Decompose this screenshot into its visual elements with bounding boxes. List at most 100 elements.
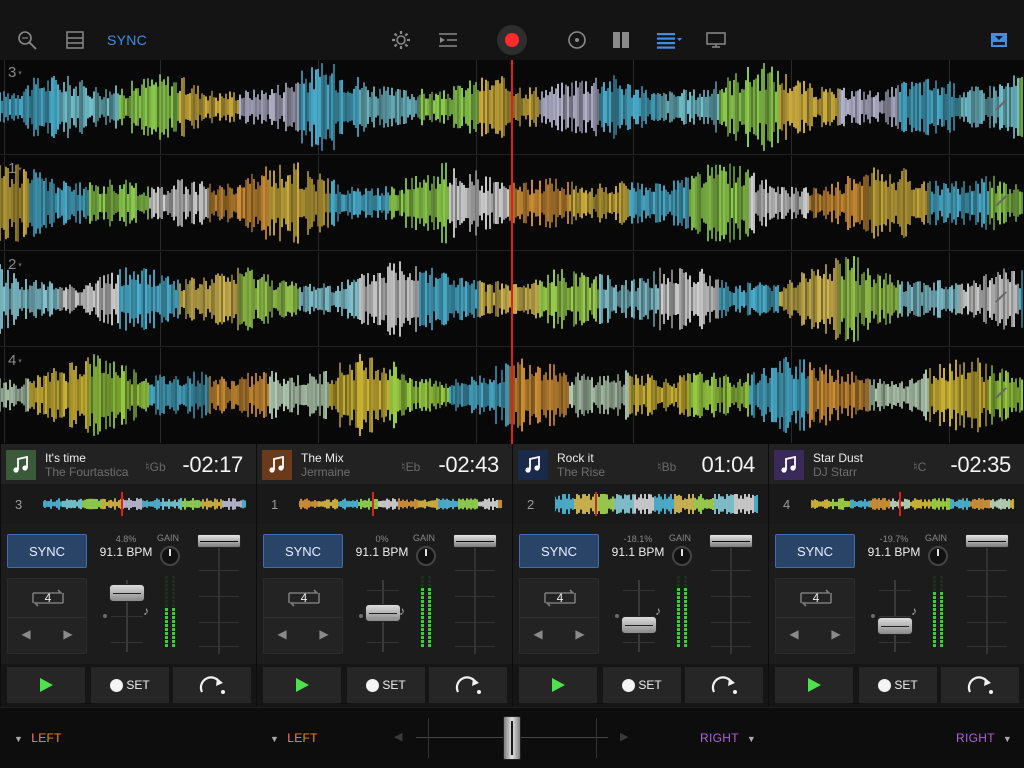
lane-deck-number[interactable]: 1: [8, 160, 22, 177]
fader-handle[interactable]: [453, 534, 497, 548]
meter-segment: [428, 580, 431, 583]
time-remaining[interactable]: -02:17: [182, 452, 243, 478]
pitch-handle[interactable]: [877, 616, 913, 635]
bpm-display[interactable]: 91.1 BPM: [611, 545, 665, 559]
gain-knob[interactable]: [672, 546, 692, 566]
crossfader[interactable]: [416, 716, 608, 760]
time-remaining[interactable]: 01:04: [701, 452, 755, 478]
key-lock-icon[interactable]: ♪: [143, 604, 149, 618]
loop-double-button[interactable]: ▶: [826, 627, 846, 641]
sync-button[interactable]: SYNC: [7, 534, 87, 568]
lane-deck-number[interactable]: 2: [8, 256, 22, 273]
layout-icon[interactable]: [62, 24, 88, 56]
deck-header[interactable]: Rock it The Rise ♮Bb 01:04: [513, 444, 769, 484]
columns-icon[interactable]: [608, 24, 634, 56]
bpm-display[interactable]: 91.1 BPM: [355, 545, 409, 559]
time-remaining[interactable]: -02:43: [438, 452, 499, 478]
deck-header[interactable]: Star Dust DJ Starr ♮C -02:35: [769, 444, 1024, 484]
key-lock-icon[interactable]: ♪: [655, 604, 661, 618]
deck-4-assign[interactable]: RIGHT ▼: [956, 731, 1020, 745]
sync-button[interactable]: SYNC: [775, 534, 855, 568]
loop-size[interactable]: 4: [550, 591, 570, 605]
bpm-display[interactable]: 91.1 BPM: [99, 545, 153, 559]
fader-handle[interactable]: [965, 534, 1009, 548]
loop-size[interactable]: 4: [38, 591, 58, 605]
pencil-icon[interactable]: [994, 386, 1008, 400]
gain-knob[interactable]: [416, 546, 436, 566]
fader-handle[interactable]: [709, 534, 753, 548]
cue-return-button[interactable]: [173, 667, 251, 703]
meter-segment: [940, 592, 943, 595]
play-button[interactable]: [7, 667, 85, 703]
sync-button[interactable]: SYNC: [263, 534, 343, 568]
pitch-handle[interactable]: [365, 604, 401, 623]
sync-button[interactable]: SYNC: [519, 534, 599, 568]
sync-all-button[interactable]: SYNC: [104, 26, 150, 54]
deck-header[interactable]: It's time The Fourtastica ♮Gb -02:17: [1, 444, 257, 484]
search-zoom-icon[interactable]: [14, 24, 40, 56]
album-art[interactable]: [6, 450, 36, 480]
cue-return-button[interactable]: [429, 667, 507, 703]
album-art[interactable]: [774, 450, 804, 480]
settings-icon[interactable]: [388, 24, 414, 56]
overview-waveform[interactable]: 4: [769, 484, 1024, 524]
loop-halve-button[interactable]: ◀: [528, 627, 548, 641]
pitch-handle[interactable]: [109, 583, 145, 602]
volume-fader[interactable]: [707, 534, 755, 654]
crossfader-right-icon[interactable]: ▶: [620, 730, 628, 743]
deck-header[interactable]: The Mix Jermaine ♮Eb -02:43: [257, 444, 513, 484]
loop-double-button[interactable]: ▶: [570, 627, 590, 641]
pencil-icon[interactable]: [994, 290, 1008, 304]
crossfader-handle[interactable]: [503, 716, 521, 760]
overview-waveform[interactable]: 3: [1, 484, 257, 524]
loop-halve-button[interactable]: ◀: [272, 627, 292, 641]
time-remaining[interactable]: -02:35: [950, 452, 1011, 478]
key-lock-icon[interactable]: ♪: [399, 604, 405, 618]
meter-segment: [677, 632, 680, 635]
loop-size[interactable]: 4: [806, 591, 826, 605]
record-button[interactable]: [497, 25, 527, 55]
fx-icon[interactable]: [435, 24, 461, 56]
play-button[interactable]: [263, 667, 341, 703]
gain-knob[interactable]: [928, 546, 948, 566]
cue-return-button[interactable]: [941, 667, 1019, 703]
bpm-display[interactable]: 91.1 BPM: [867, 545, 921, 559]
pencil-icon[interactable]: [994, 98, 1008, 112]
vinyl-icon[interactable]: [564, 24, 590, 56]
album-art[interactable]: [262, 450, 292, 480]
deck-1-assign[interactable]: ▼ LEFT: [14, 731, 62, 745]
meter-segment: [684, 636, 687, 639]
deck-2-assign[interactable]: ▼ LEFT: [270, 731, 318, 745]
monitor-icon[interactable]: [703, 24, 729, 56]
fader-handle[interactable]: [197, 534, 241, 548]
play-button[interactable]: [519, 667, 597, 703]
loop-size[interactable]: 4: [294, 591, 314, 605]
overview-waveform[interactable]: 2: [513, 484, 769, 524]
key-lock-icon[interactable]: ♪: [911, 604, 917, 618]
pitch-handle[interactable]: [621, 615, 657, 634]
overview-waveform[interactable]: 1: [257, 484, 513, 524]
loop-halve-button[interactable]: ◀: [784, 627, 804, 641]
lane-deck-number[interactable]: 3: [8, 64, 22, 81]
set-cue-button[interactable]: SET: [91, 667, 169, 703]
gain-knob[interactable]: [160, 546, 180, 566]
loop-double-button[interactable]: ▶: [58, 627, 78, 641]
deck-3-assign[interactable]: RIGHT ▼: [700, 731, 764, 745]
set-cue-button[interactable]: SET: [859, 667, 937, 703]
crossfader-left-icon[interactable]: ◀: [394, 730, 402, 743]
cue-return-button[interactable]: [685, 667, 763, 703]
lane-deck-number[interactable]: 4: [8, 352, 22, 369]
loop-halve-button[interactable]: ◀: [16, 627, 36, 641]
volume-fader[interactable]: [963, 534, 1011, 654]
loop-double-button[interactable]: ▶: [314, 627, 334, 641]
volume-fader[interactable]: [451, 534, 499, 654]
play-button[interactable]: [775, 667, 853, 703]
set-cue-button[interactable]: SET: [603, 667, 681, 703]
pencil-icon[interactable]: [994, 194, 1008, 208]
export-icon[interactable]: [986, 24, 1012, 56]
volume-fader[interactable]: [195, 534, 243, 654]
album-art[interactable]: [518, 450, 548, 480]
overview-wave: [811, 498, 1014, 510]
set-cue-button[interactable]: SET: [347, 667, 425, 703]
list-view-icon[interactable]: [654, 24, 684, 56]
